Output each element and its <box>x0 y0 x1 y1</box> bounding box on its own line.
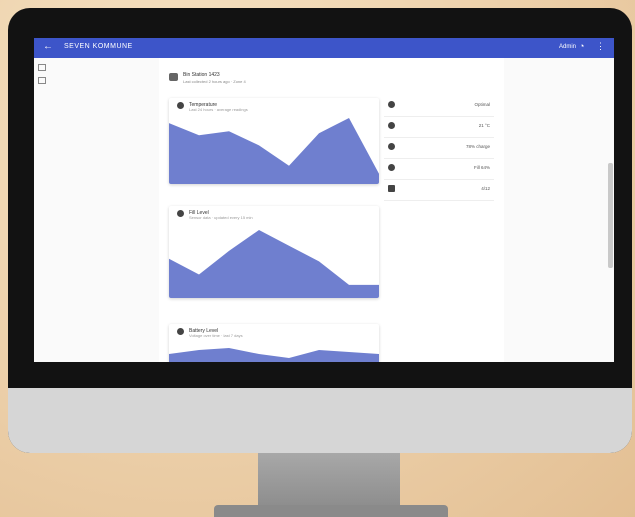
chart-card-battery[interactable]: Battery Level Voltage over time · last 7… <box>169 324 379 362</box>
device-name: Bin Station 1423 <box>183 72 220 78</box>
thermometer-icon <box>177 102 184 109</box>
grid-icon[interactable] <box>38 77 46 84</box>
signal-icon <box>388 101 395 108</box>
area-chart <box>169 118 379 184</box>
stat-row: Optimal <box>384 96 494 117</box>
card-subtitle: Sensor data · updated every 15 min <box>189 215 253 220</box>
card-subtitle: Last 24 hours · average readings <box>189 107 248 112</box>
stat-row: 4/12 <box>384 180 494 201</box>
more-icon[interactable]: ⋮ <box>596 41 605 52</box>
account-icon[interactable]: ◔ <box>579 41 584 51</box>
app-bar: ← SEVEN KOMMUNE Admin ◔ ⋮ <box>34 38 614 58</box>
card-subtitle: Voltage over time · last 7 days <box>189 333 243 338</box>
stat-row: 21 °C <box>384 117 494 138</box>
stat-row: Fill 64% <box>384 159 494 180</box>
device-subtitle: Last collected 2 hours ago · Zone 4 <box>183 79 246 84</box>
fill-icon <box>177 210 184 217</box>
area-series <box>169 118 379 184</box>
back-arrow-icon[interactable]: ← <box>43 41 53 52</box>
battery-icon <box>388 143 395 150</box>
scrollbar[interactable] <box>608 163 613 268</box>
device-header: Bin Station 1423 Last collected 2 hours … <box>169 70 469 90</box>
thermometer-icon <box>388 122 395 129</box>
stat-value: Fill 64% <box>473 165 490 170</box>
stat-value: 4/12 <box>481 186 490 191</box>
area-chart <box>169 230 379 298</box>
user-name[interactable]: Admin <box>559 44 576 50</box>
area-series <box>169 348 379 362</box>
menu-icon[interactable] <box>38 64 46 71</box>
screen: ← SEVEN KOMMUNE Admin ◔ ⋮ Bin Station 14… <box>34 38 614 362</box>
fill-level-icon <box>388 164 395 171</box>
area-series <box>169 230 379 298</box>
battery-icon <box>177 328 184 335</box>
stat-value: 21 °C <box>478 123 490 128</box>
chart-card-fill-level[interactable]: Fill Level Sensor data · updated every 1… <box>169 206 379 298</box>
stat-value: 78% charge <box>465 144 490 149</box>
stat-row: 78% charge <box>384 138 494 159</box>
side-rail <box>38 64 48 90</box>
app-title: SEVEN KOMMUNE <box>64 43 133 50</box>
chart-card-temperature[interactable]: Temperature Last 24 hours · average read… <box>169 98 379 184</box>
calendar-icon <box>388 185 395 192</box>
stat-value: Optimal <box>474 102 490 107</box>
stats-list: Optimal 21 °C 78% charge Fill 64% 4/12 <box>384 96 494 201</box>
area-chart <box>169 348 379 362</box>
monitor-stand-base <box>214 505 448 517</box>
monitor-chin <box>8 388 632 453</box>
device-icon <box>169 73 178 81</box>
main-content: Bin Station 1423 Last collected 2 hours … <box>159 58 504 362</box>
monitor-stand <box>258 453 400 505</box>
